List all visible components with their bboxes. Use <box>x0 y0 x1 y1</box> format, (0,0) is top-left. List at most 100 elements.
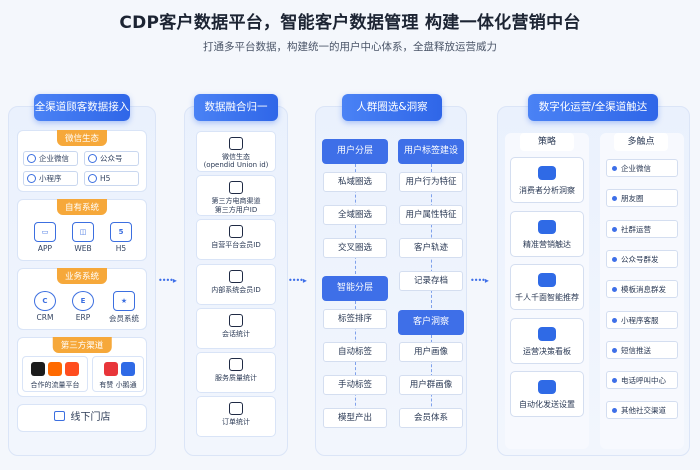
touchpoint-item: 短信推送 <box>606 340 678 359</box>
touchpoint-item: 公众号群发 <box>606 249 678 268</box>
crowd-item: 自动标签 <box>323 342 387 362</box>
youzan-icon <box>104 362 118 376</box>
strategy-label: 千人千面智能推荐 <box>515 293 579 302</box>
flow-arrow-1: ••••▸ <box>158 276 177 285</box>
own-app: ▭ APP <box>32 222 58 253</box>
taobao-icon <box>48 362 62 376</box>
partner-platform-label: 合作的流量平台 <box>30 381 80 389</box>
crm-icon: C <box>34 291 56 311</box>
own-web: ◫ WEB <box>70 222 96 253</box>
tag-wechat: 微信生态 <box>56 130 108 146</box>
biz-member: ★ 会员系统 <box>108 291 140 324</box>
strategy-card: 精准营销触达 <box>510 210 584 257</box>
strategy-icon <box>538 273 556 287</box>
fusion-card: 微信生态 (opendid Union id) <box>196 131 276 172</box>
crowd-item: 私域圈选 <box>323 172 387 192</box>
group-third: 第三方渠道 合作的流量平台 有赞 小鹅通 <box>17 337 147 397</box>
group-offline: 线下门店 <box>17 404 147 432</box>
chip-official: 公众号 <box>84 151 139 166</box>
biz-crm: C CRM <box>32 291 58 322</box>
strategy-label: 运营决策看板 <box>523 346 571 356</box>
crowd-item: 交叉圈选 <box>323 238 387 258</box>
strategy-card: 消费者分析洞察 <box>510 157 584 203</box>
strategy-card: 千人千面智能推荐 <box>510 264 584 310</box>
app-icon: ▭ <box>34 222 56 242</box>
tag-biz: 业务系统 <box>56 268 108 284</box>
web-icon: ◫ <box>72 222 94 242</box>
fusion-card-label: 第三方用户ID <box>214 205 258 214</box>
fusion-card-label: 第三方电商渠道 <box>211 197 261 206</box>
touchpoint-item: 其他社交渠道 <box>606 401 678 420</box>
strategy-icon <box>538 166 556 180</box>
flow-arrow-3: ••••▸ <box>470 276 489 285</box>
crowd-item: 用户行为特征 <box>399 172 463 192</box>
miniprogram-icon <box>27 174 36 183</box>
xiaoetong-icon <box>121 362 135 376</box>
chip-h5: H5 <box>84 171 139 186</box>
strategy-icon <box>538 380 556 394</box>
tag-own: 自有系统 <box>56 199 108 215</box>
touchpoint-item: 小程序客服 <box>606 310 678 329</box>
fusion-card: 服务质量统计 <box>196 352 276 393</box>
crowd-item: 全域圈选 <box>323 205 387 225</box>
crowd-item: 手动标签 <box>323 375 387 395</box>
strategy-label: 自动化发送设置 <box>519 400 575 409</box>
fusion-card: 内部系统会员ID <box>196 263 276 305</box>
crowd-item: 标签排序 <box>323 309 387 329</box>
ecommerce-id-icon <box>229 181 243 195</box>
crowd-item: 用户画像 <box>399 342 463 362</box>
wework-icon <box>27 154 36 163</box>
platform-member-icon <box>229 225 243 239</box>
fusion-card: 自营平台会员ID <box>196 219 276 261</box>
fusion-card: 第三方电商渠道 第三方用户ID <box>196 175 276 217</box>
member-system-icon: ★ <box>113 291 135 311</box>
page-subtitle: 打通多平台数据，构建统一的用户中心体系，全盘释放运营威力 <box>203 41 497 53</box>
chip-miniprogram: 小程序 <box>23 171 78 186</box>
strategy-icon <box>538 326 556 341</box>
session-stats-icon <box>229 313 243 327</box>
youzan-label: 有赞 小鹅通 <box>99 381 137 389</box>
h5-icon <box>88 174 97 183</box>
header-data-fusion: 数据融合归一 <box>194 94 278 121</box>
page-title: CDP客户数据平台，智能客户数据管理 构建一体化营销中台 <box>119 13 581 33</box>
crowd-item: 用户属性特征 <box>399 205 463 225</box>
h5-shield-icon: 5 <box>110 222 132 242</box>
fusion-card: 订单统计 <box>196 396 276 438</box>
header-strategy: 策略 <box>520 133 574 151</box>
header-tag-build: 用户标签建设 <box>398 139 464 164</box>
biz-erp: E ERP <box>70 291 96 322</box>
fusion-card-label: 自营平台会员ID <box>211 241 261 250</box>
internal-member-icon <box>229 269 243 283</box>
header-data-access: 全渠道顾客数据接入 <box>34 94 130 121</box>
crowd-item: 会员体系 <box>399 408 463 428</box>
wechat-id-icon <box>229 137 243 150</box>
touchpoint-item: 模板消息群发 <box>606 280 678 299</box>
fusion-card-label: 会话统计 <box>222 329 250 338</box>
group-own: 自有系统 ▭ APP ◫ WEB 5 H5 <box>17 199 147 261</box>
crowd-item: 记录存档 <box>399 271 463 291</box>
header-touchpoints: 多触点 <box>614 133 668 151</box>
group-wechat: 微信生态 企业微信 公众号 小程序 H5 <box>17 130 147 192</box>
header-customer-insight: 客户洞察 <box>398 310 464 335</box>
touchpoint-item: 社群运营 <box>606 219 678 238</box>
fusion-card: 会话统计 <box>196 307 276 349</box>
strategy-label: 消费者分析洞察 <box>519 186 575 195</box>
partner-platform-box: 合作的流量平台 <box>22 356 88 392</box>
touchpoint-item: 电话呼叫中心 <box>606 371 678 390</box>
fusion-card-label: (opendid Union id) <box>203 161 269 170</box>
service-quality-icon <box>229 358 243 371</box>
strategy-icon <box>538 219 556 234</box>
strategy-label: 精准营销触达 <box>523 239 571 249</box>
tag-third: 第三方渠道 <box>52 337 112 353</box>
header-user-layer: 用户分层 <box>322 139 388 164</box>
store-icon <box>53 411 65 421</box>
fusion-card-label: 内部系统会员ID <box>211 285 261 294</box>
official-account-icon <box>88 154 97 163</box>
order-stats-icon <box>229 402 243 416</box>
own-h5: 5 H5 <box>108 222 134 253</box>
touchpoint-item: 企业微信 <box>606 159 678 177</box>
group-biz: 业务系统 C CRM E ERP ★ 会员系统 <box>17 268 147 330</box>
header-digital-ops: 数字化运营/全渠道触达 <box>528 94 658 121</box>
crowd-item: 模型产出 <box>323 408 387 428</box>
strategy-card: 自动化发送设置 <box>510 371 584 417</box>
